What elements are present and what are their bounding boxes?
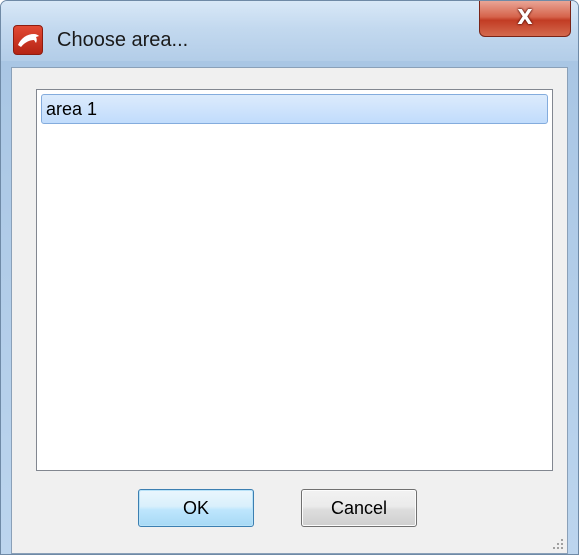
ok-button[interactable]: OK xyxy=(138,489,254,527)
close-icon: X xyxy=(517,5,533,29)
window-title: Choose area... xyxy=(57,29,189,51)
dolphin-icon[interactable] xyxy=(13,25,43,55)
resize-grip-icon[interactable] xyxy=(550,536,564,550)
close-button[interactable]: X xyxy=(479,1,571,37)
cancel-button[interactable]: Cancel xyxy=(301,489,417,527)
area-list[interactable]: area 1 xyxy=(36,89,553,471)
list-item[interactable]: area 1 xyxy=(41,94,548,124)
dialog-content: area 1 OK Cancel xyxy=(11,67,568,554)
dialog-window: Choose area... X area 1 OK Cancel xyxy=(0,0,579,555)
title-bar[interactable]: Choose area... X xyxy=(1,1,578,61)
list-item-label: area 1 xyxy=(46,99,98,119)
